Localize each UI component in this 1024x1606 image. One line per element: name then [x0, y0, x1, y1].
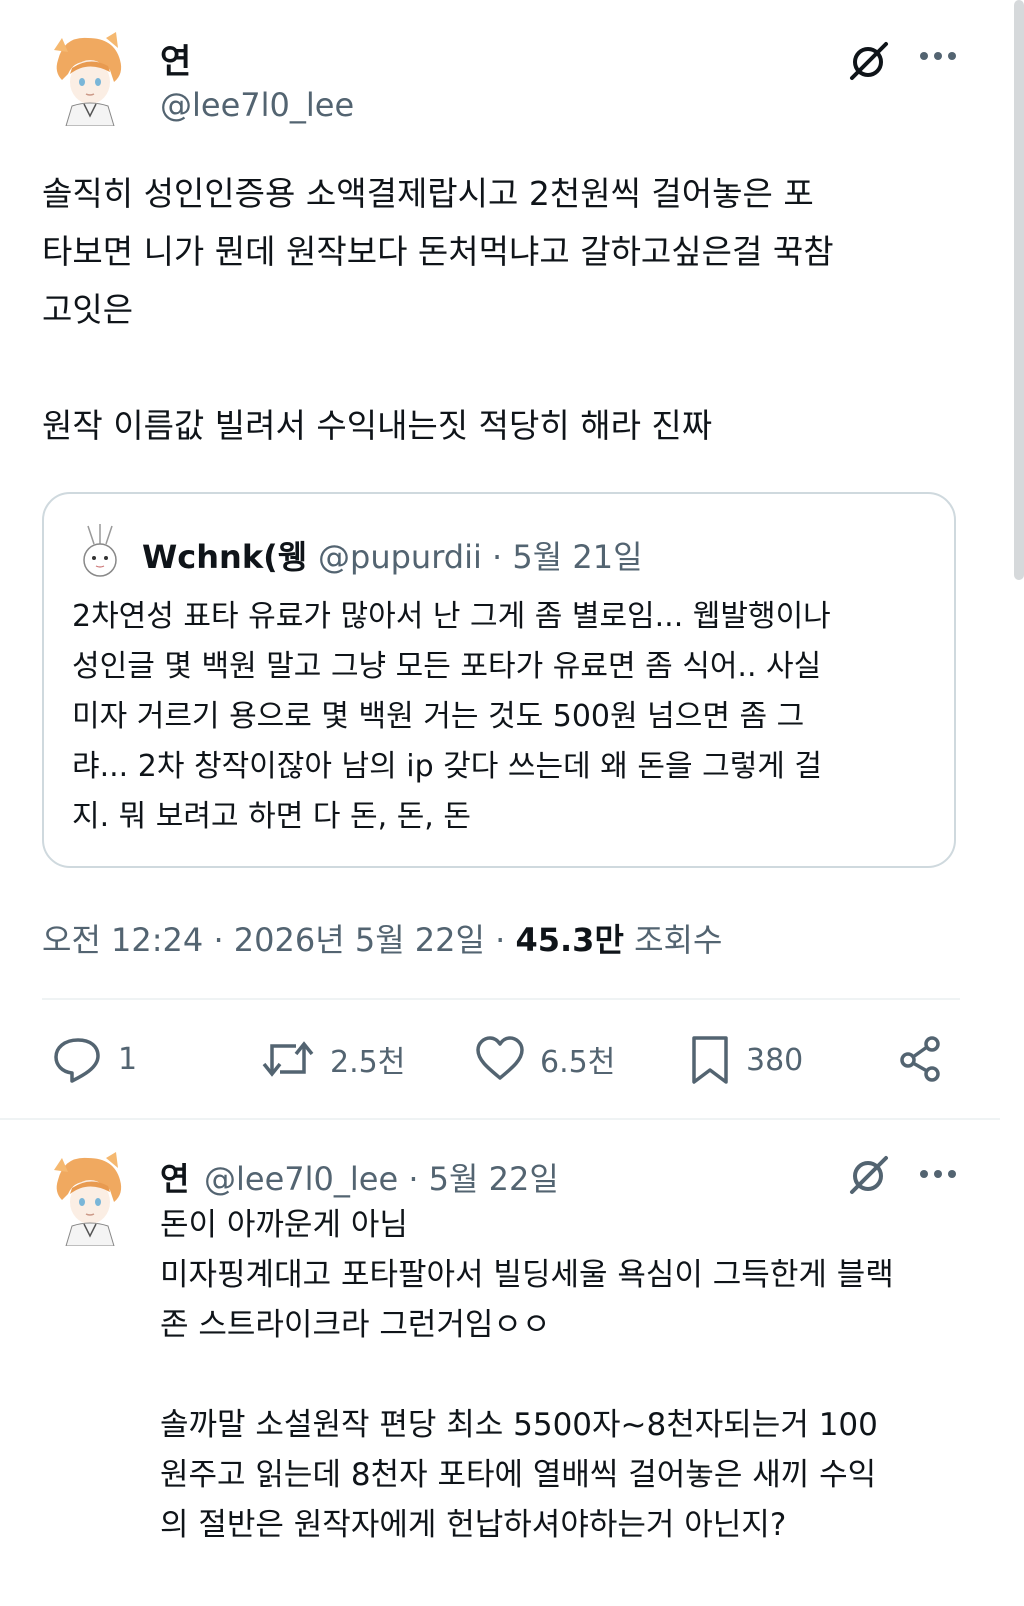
views-label: 조회수 — [623, 921, 723, 959]
bookmark-button[interactable]: 380 — [688, 1034, 803, 1086]
tweet-timestamp[interactable]: 오전 12:24 · 2026년 5월 22일 · — [42, 921, 515, 959]
reply-text: 돈이 아까운게 아님 미자핑계대고 포타팔아서 빌딩세울 욕심이 그득한게 블랙… — [160, 1207, 894, 1543]
bookmark-count: 380 — [746, 1042, 804, 1078]
divider — [42, 998, 960, 1000]
divider — [0, 1118, 1000, 1120]
like-count: 6.5천 — [540, 1045, 616, 1080]
tweet-meta: 오전 12:24 · 2026년 5월 22일 · 45.3만 조회수 — [42, 915, 722, 961]
repost-button[interactable]: 2.5천 — [260, 1034, 405, 1084]
author-avatar[interactable] — [44, 30, 132, 126]
reply-button[interactable]: 1 — [52, 1034, 137, 1084]
quoted-text: 2차연성 표타 유료가 많아서 난 그게 좀 별로임... 웹발행이나 성인글 … — [72, 599, 831, 834]
views-count: 45.3만 — [515, 921, 624, 959]
grok-icon[interactable] — [846, 1152, 892, 1198]
reply-author-avatar[interactable] — [44, 1150, 132, 1246]
reply-icon — [52, 1034, 104, 1084]
author-handle[interactable]: @lee7l0_lee — [160, 86, 354, 124]
more-icon[interactable] — [918, 46, 958, 66]
tweet-text: 솔직히 성인인증용 소액결제랍시고 2천원씩 걸어놓은 포 타보면 니가 뭔데 … — [42, 174, 834, 445]
scrollbar[interactable] — [1014, 0, 1024, 580]
like-button[interactable]: 6.5천 — [474, 1034, 615, 1084]
grok-icon[interactable] — [846, 38, 892, 84]
repost-icon — [260, 1034, 316, 1084]
share-icon[interactable] — [896, 1034, 946, 1084]
repost-count: 2.5천 — [330, 1045, 406, 1080]
quoted-handle-date[interactable]: @pupurdii · 5월 21일 — [318, 532, 643, 578]
reply-count: 1 — [118, 1041, 138, 1077]
quoted-author-name[interactable]: Wchnk(웽 — [142, 532, 307, 578]
reply-handle-date[interactable]: @lee7l0_lee · 5월 22일 — [204, 1154, 559, 1200]
more-icon[interactable] — [918, 1164, 958, 1184]
heart-icon — [474, 1034, 526, 1084]
reply-author-name[interactable]: 연 — [160, 1154, 189, 1200]
author-name[interactable]: 연 — [160, 34, 191, 83]
bookmark-icon — [688, 1034, 732, 1086]
quoted-avatar[interactable] — [72, 522, 128, 580]
